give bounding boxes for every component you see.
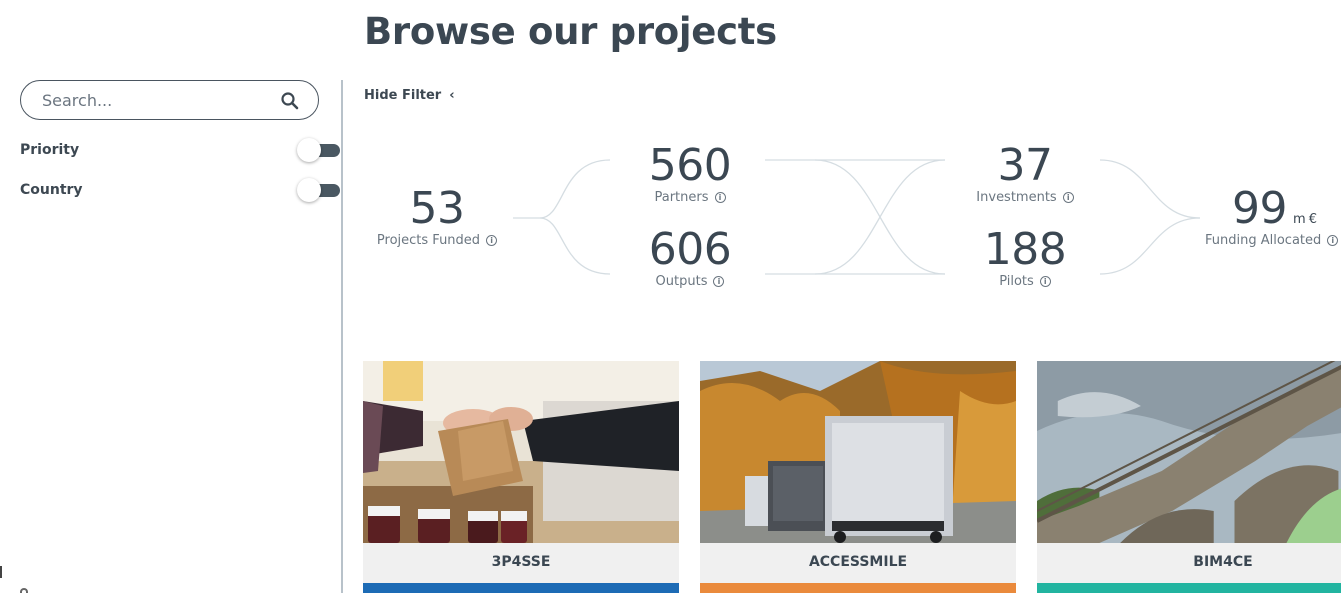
chevron-left-icon: ‹: [449, 88, 455, 103]
toggle-knob: [297, 178, 321, 202]
project-card[interactable]: BIM4CE: [1037, 361, 1341, 593]
project-image: [1037, 361, 1341, 543]
info-icon[interactable]: i: [486, 235, 498, 246]
filter-priority: Priority: [20, 138, 340, 162]
project-image: [363, 361, 679, 543]
info-icon[interactable]: i: [1327, 235, 1339, 246]
stat-investments: 37 Investments i: [955, 144, 1095, 205]
project-title: 3P4SSE: [491, 554, 551, 570]
stat-label: Pilots: [999, 274, 1034, 289]
hide-filter-label: Hide Filter: [364, 88, 442, 103]
project-title: ACCESSMILE: [808, 554, 908, 570]
project-title: BIM4CE: [1193, 554, 1253, 570]
edge-mark: [0, 566, 2, 578]
stat-label: Funding Allocated: [1205, 233, 1322, 248]
stat-label: Outputs: [655, 274, 708, 289]
filter-label-priority: Priority: [20, 142, 80, 158]
priority-toggle[interactable]: [297, 138, 341, 162]
stat-value: 606: [648, 224, 732, 275]
toggle-knob: [297, 138, 321, 162]
info-icon[interactable]: i: [1039, 276, 1051, 287]
stat-value: 53: [409, 183, 466, 234]
info-icon[interactable]: i: [1062, 192, 1074, 203]
country-toggle[interactable]: [297, 178, 341, 202]
filter-country: Country: [20, 178, 340, 202]
stat-value: 99: [1232, 183, 1288, 234]
stat-value: 560: [648, 140, 732, 191]
stat-pilots: 188 Pilots i: [955, 224, 1095, 290]
card-accent-bar: [700, 583, 1016, 593]
stat-funding-allocated: 99 m € Funding Allocated i: [1200, 187, 1341, 248]
hide-filter-button[interactable]: Hide Filter ‹: [364, 88, 455, 103]
stat-unit: m €: [1293, 212, 1317, 227]
page-title: Browse our projects: [364, 10, 777, 53]
search-box[interactable]: [20, 80, 319, 120]
stat-label: Investments: [976, 190, 1057, 205]
search-icon[interactable]: [280, 91, 300, 111]
stat-value: 188: [983, 224, 1067, 275]
card-accent-bar: [363, 583, 679, 593]
filter-label-country: Country: [20, 182, 83, 198]
sidebar-divider: [341, 80, 343, 593]
project-image: [700, 361, 1016, 543]
project-card[interactable]: 3P4SSE: [363, 361, 679, 593]
edge-mark: [20, 588, 28, 593]
search-input[interactable]: [42, 89, 262, 111]
stat-label: Projects Funded: [376, 233, 481, 248]
stat-outputs: 606 Outputs i: [620, 224, 760, 290]
stat-label: Partners: [654, 190, 709, 205]
stat-partners: 560 Partners i: [620, 140, 760, 206]
stat-value: 37: [997, 140, 1054, 191]
stat-projects-funded: 53 Projects Funded i: [364, 187, 510, 248]
info-icon[interactable]: i: [714, 192, 726, 203]
card-accent-bar: [1037, 583, 1341, 593]
info-icon[interactable]: i: [713, 276, 725, 287]
project-card[interactable]: ACCESSMILE: [700, 361, 1016, 593]
